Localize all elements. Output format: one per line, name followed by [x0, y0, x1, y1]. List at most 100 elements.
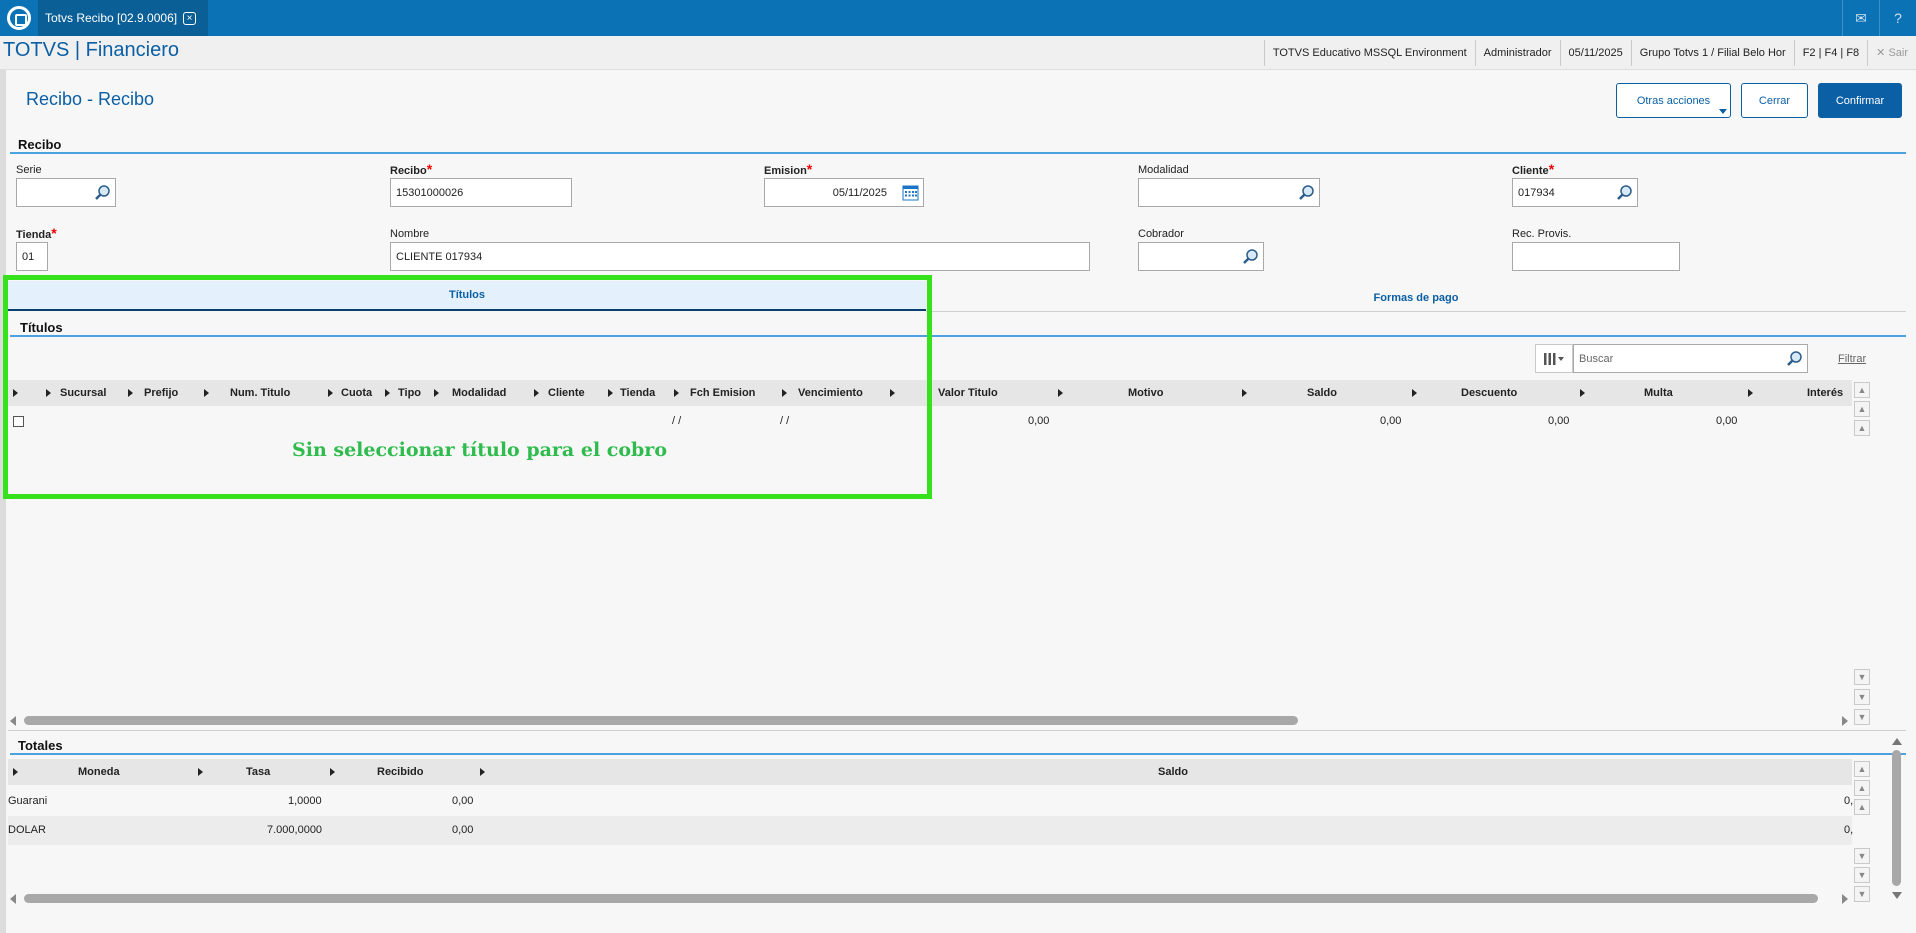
col-saldo[interactable]: Saldo [1307, 387, 1337, 399]
col-vencimiento[interactable]: Vencimiento [798, 387, 863, 399]
scroll-up-button[interactable]: ▲ [1854, 420, 1870, 436]
sort-marker-icon [674, 389, 679, 397]
col-descuento[interactable]: Descuento [1461, 387, 1517, 399]
scroll-right-icon[interactable] [1842, 894, 1848, 904]
scroll-page-up-button[interactable]: ▲ [1854, 780, 1870, 796]
col-multa[interactable]: Multa [1644, 387, 1673, 399]
cell-saldo: 0, [1844, 795, 1854, 807]
totvs-logo-icon[interactable] [0, 0, 38, 36]
search-icon[interactable] [1242, 248, 1259, 265]
horizontal-scrollbar-thumb[interactable] [24, 716, 1298, 725]
scroll-left-icon[interactable] [10, 894, 16, 904]
confirm-button[interactable]: Confirmar [1818, 83, 1902, 118]
col-prefijo[interactable]: Prefijo [144, 387, 178, 399]
col-motivo[interactable]: Motivo [1128, 387, 1163, 399]
cell-tasa: 1,0000 [288, 795, 322, 807]
search-icon[interactable] [1786, 350, 1803, 367]
tienda-label: Tienda* [16, 225, 57, 241]
table-row[interactable]: DOLAR 7.000,0000 0,00 0, [8, 816, 1853, 845]
col-moneda[interactable]: Moneda [78, 766, 120, 778]
scroll-page-down-button[interactable]: ▼ [1854, 689, 1870, 705]
scroll-bottom-button[interactable]: ▼ [1854, 886, 1870, 902]
col-tienda[interactable]: Tienda [620, 387, 655, 399]
columns-icon [1544, 352, 1564, 365]
col-valor-titulo[interactable]: Valor Titulo [938, 387, 998, 399]
tab-formas-pago[interactable]: Formas de pago [926, 283, 1906, 313]
scroll-up-button[interactable]: ▲ [1854, 799, 1870, 815]
serie-label: Serie [16, 164, 42, 176]
cell-vencimiento: / / [780, 415, 790, 427]
modalidad-label: Modalidad [1138, 164, 1189, 176]
search-icon[interactable] [1616, 184, 1633, 201]
window-tab[interactable]: Totvs Recibo [02.9.0006] × [38, 0, 208, 36]
page-scroll-up-icon[interactable] [1892, 738, 1902, 745]
cobrador-input[interactable] [1138, 242, 1264, 271]
col-tasa[interactable]: Tasa [246, 766, 270, 778]
titulos-grid-header: Sucursal Prefijo Num. Titulo Cuota Tipo … [8, 380, 1852, 406]
col-modalidad[interactable]: Modalidad [452, 387, 506, 399]
nombre-input[interactable]: CLIENTE 017934 [390, 242, 1090, 271]
recibo-input[interactable]: 15301000026 [390, 178, 572, 207]
cell-moneda: Guarani [8, 795, 48, 807]
tab-titulos[interactable]: Títulos [8, 281, 926, 311]
help-icon[interactable]: ? [1879, 0, 1916, 36]
search-icon[interactable] [1298, 184, 1315, 201]
col-interes[interactable]: Interés [1807, 387, 1843, 399]
exit-button[interactable]: ✕ Sair [1867, 40, 1916, 66]
col-cuota[interactable]: Cuota [341, 387, 372, 399]
col-fch-emision[interactable]: Fch Emision [690, 387, 755, 399]
scroll-page-down-button[interactable]: ▼ [1854, 867, 1870, 883]
page-scrollbar-thumb[interactable] [1892, 750, 1901, 886]
horizontal-scrollbar-thumb[interactable] [24, 894, 1818, 903]
col-tipo[interactable]: Tipo [398, 387, 421, 399]
sort-marker-icon [1748, 389, 1753, 397]
top-bar: Totvs Recibo [02.9.0006] × ✉ ? [0, 0, 1916, 36]
scroll-right-icon[interactable] [1842, 716, 1848, 726]
sort-marker-icon [46, 389, 51, 397]
row-checkbox[interactable] [13, 416, 24, 427]
rec-provis-input[interactable] [1512, 242, 1680, 271]
titulos-section-title: Títulos [20, 320, 63, 335]
section-divider [10, 152, 1906, 154]
sort-marker-icon [204, 389, 209, 397]
col-sucursal[interactable]: Sucursal [60, 387, 106, 399]
environment-label: TOTVS Educativo MSSQL Environment [1263, 40, 1475, 66]
scroll-down-button[interactable]: ▼ [1854, 669, 1870, 685]
other-actions-button[interactable]: Otras acciones [1616, 83, 1731, 118]
col-num-titulo[interactable]: Num. Titulo [230, 387, 290, 399]
serie-input[interactable] [16, 178, 116, 207]
mail-icon[interactable]: ✉ [1842, 0, 1879, 36]
branch-label: Grupo Totvs 1 / Filial Belo Hor [1630, 40, 1794, 66]
emision-date-input[interactable]: 05/11/2025 [764, 178, 924, 207]
shortcuts-label: F2 | F4 | F8 [1793, 40, 1867, 66]
columns-button[interactable] [1535, 344, 1573, 373]
col-saldo-totales[interactable]: Saldo [1158, 766, 1188, 778]
search-input[interactable]: Buscar [1573, 344, 1808, 373]
cliente-input[interactable]: 017934 [1512, 178, 1638, 207]
scroll-top-button[interactable]: ▲ [1854, 761, 1870, 777]
search-icon[interactable] [94, 184, 111, 201]
required-marker: * [806, 161, 813, 177]
scroll-page-up-button[interactable]: ▲ [1854, 401, 1870, 417]
modalidad-input[interactable] [1138, 178, 1320, 207]
cell-multa: 0,00 [1716, 415, 1738, 427]
page-scroll-down-icon[interactable] [1892, 892, 1902, 899]
col-cliente[interactable]: Cliente [548, 387, 585, 399]
table-row[interactable]: Guarani 1,0000 0,00 0, [8, 787, 1854, 816]
scroll-bottom-button[interactable]: ▼ [1854, 709, 1870, 725]
scroll-down-button[interactable]: ▼ [1854, 848, 1870, 864]
scroll-top-button[interactable]: ▲ [1854, 382, 1870, 398]
close-button[interactable]: Cerrar [1741, 83, 1808, 118]
col-recibido[interactable]: Recibido [377, 766, 423, 778]
nombre-label: Nombre [390, 228, 430, 240]
sort-marker-icon [385, 389, 390, 397]
scroll-left-icon[interactable] [10, 716, 16, 726]
table-row[interactable]: / / / / 0,00 0,00 0,00 0,00 [8, 408, 1852, 434]
tienda-input[interactable]: 01 [16, 242, 48, 271]
filter-link[interactable]: Filtrar [1838, 353, 1866, 365]
cliente-label: Cliente* [1512, 161, 1555, 177]
calendar-icon[interactable] [902, 184, 919, 201]
chevron-down-icon [1719, 109, 1727, 114]
close-tab-icon[interactable]: × [183, 11, 197, 25]
app-header: TOTVS | Financiero TOTVS Educativo MSSQL… [0, 36, 1916, 70]
